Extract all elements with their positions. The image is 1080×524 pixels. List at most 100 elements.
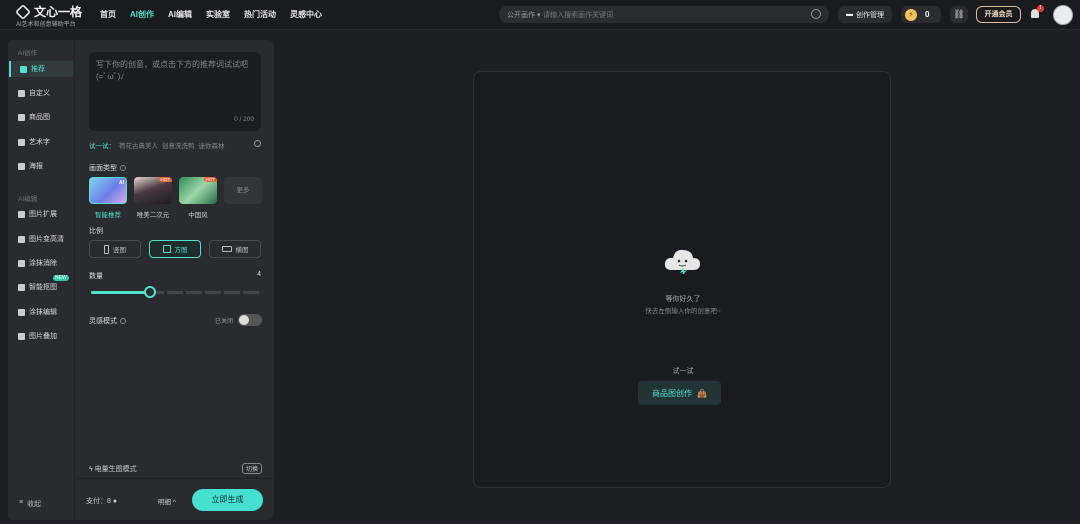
empty-title: 等你好久了 xyxy=(665,296,701,303)
info-icon[interactable] xyxy=(120,318,126,325)
count-value: 4 xyxy=(257,271,261,278)
inspire-title: 灵感模式 xyxy=(89,316,126,326)
menu-icon: ≡ xyxy=(19,499,24,506)
coin-icon: ● xyxy=(112,498,118,505)
product-create-button[interactable]: 商品图创作 👜 xyxy=(638,381,721,405)
sidebar-item-poster[interactable]: 海报 xyxy=(9,158,73,174)
style-card-anime[interactable]: HOT xyxy=(134,177,172,204)
suggestion-3[interactable]: 迷你森林 xyxy=(199,143,225,150)
search-bar[interactable]: 公开画作 ▾ 请输入搜索画作关键词 xyxy=(499,6,829,23)
vip-button[interactable]: 开通会员 xyxy=(976,6,1021,23)
sidebar-item-overlay[interactable]: 图片叠加 xyxy=(9,328,73,344)
prompt-placeholder: 写下你的创意，或点击下方的推荐词试试吧(=ﾟωﾟ)ﾉ xyxy=(96,60,248,81)
sidebar-item-recommend[interactable]: 推荐 xyxy=(9,61,73,77)
count-title: 数量 xyxy=(89,273,103,280)
style-more-button[interactable]: 更多 xyxy=(224,177,262,204)
ratio-landscape-button[interactable]: 横图 xyxy=(209,240,261,258)
text-icon xyxy=(18,138,25,146)
sidebar-item-hd[interactable]: 图片变高清 xyxy=(9,231,73,247)
cutout-icon xyxy=(18,283,25,291)
sidebar-item-product[interactable]: 商品图 xyxy=(9,109,73,125)
ratio-portrait-button[interactable]: 竖图 xyxy=(89,240,141,258)
settings-area: 写下你的创意，或点击下方的推荐词试试吧(=ﾟωﾟ)ﾉ 0 / 200 试一试：荷… xyxy=(76,40,274,520)
hd-icon xyxy=(18,235,25,243)
search-icon[interactable] xyxy=(811,9,821,19)
creation-panel: AI创作 推荐 自定义 商品图 艺术字 海报 AI编辑 图片扩展 图片变高清 涂… xyxy=(8,40,274,520)
sidebar-item-cutout[interactable]: 智能抠图 NEW xyxy=(9,275,73,295)
collapse-button[interactable]: ≡ 收起 xyxy=(19,499,41,509)
sidebar-item-erase[interactable]: 涂抹消除 xyxy=(9,255,73,271)
style-label-chinese: 中国风 xyxy=(188,212,208,219)
folder-icon: ▬ xyxy=(846,11,853,18)
sidebar-section-edit: AI编辑 xyxy=(18,196,38,203)
expand-icon xyxy=(18,210,25,218)
style-label-smart: 智能推荐 xyxy=(95,212,121,219)
refresh-icon[interactable] xyxy=(254,140,261,147)
chevron-up-icon: ^ xyxy=(172,499,176,506)
try-label: 试一试 xyxy=(672,368,694,375)
suggestion-2[interactable]: 创意洗洗鸭 xyxy=(162,143,195,150)
sidebar-item-custom[interactable]: 自定义 xyxy=(9,85,73,101)
sidebar-item-art-text[interactable]: 艺术字 xyxy=(9,134,73,150)
sidebar-item-expand[interactable]: 图片扩展 xyxy=(9,206,73,222)
layers-icon xyxy=(18,332,25,340)
style-label-anime: 唯美二次元 xyxy=(136,212,170,219)
logo[interactable]: 文心一格 AI艺术和创意辅助平台 xyxy=(14,3,84,28)
info-icon[interactable] xyxy=(120,165,126,172)
prompt-textarea[interactable]: 写下你的创意，或点击下方的推荐词试试吧(=ﾟωﾟ)ﾉ 0 / 200 xyxy=(89,52,261,131)
creation-manage-button[interactable]: ▬ 创作管理 xyxy=(838,6,892,23)
logo-icon xyxy=(15,4,31,20)
ratio-title: 比例 xyxy=(89,228,103,235)
new-badge: NEW xyxy=(53,275,69,281)
style-card-smart[interactable]: AI xyxy=(89,177,127,204)
mode-switch-button[interactable]: 切换 xyxy=(241,463,262,474)
count-slider-fill xyxy=(91,291,150,294)
brand-name: 文心一格 xyxy=(34,5,83,19)
notification-badge: 1 xyxy=(1037,5,1044,12)
empty-subtitle: 快去左侧输入你的创意吧~ xyxy=(645,308,721,315)
style-card-chinese[interactable]: HOT xyxy=(179,177,217,204)
style-title: 画面类型 xyxy=(89,163,126,173)
ratio-square-button[interactable]: 方图 xyxy=(149,240,201,258)
coin-icon: ⚡ xyxy=(905,8,917,21)
result-canvas: 等你好久了 快去左侧输入你的创意吧~ 试一试 商品图创作 👜 xyxy=(473,71,891,488)
nav-home[interactable]: 首页 xyxy=(100,9,116,20)
sidebar-item-brush-edit[interactable]: 涂抹编辑 xyxy=(9,304,73,320)
nav-events[interactable]: 热门活动 xyxy=(244,9,276,20)
count-slider-handle[interactable] xyxy=(143,286,156,298)
inspire-state: 已关闭 xyxy=(215,319,234,325)
avatar[interactable] xyxy=(1053,5,1073,25)
mode-row: ϟ 电量生图模式 切换 xyxy=(89,463,262,474)
nav-ai-edit[interactable]: AI编辑 xyxy=(168,9,192,20)
portrait-icon xyxy=(104,244,109,254)
coin-balance[interactable]: ⚡ 0 xyxy=(901,6,941,23)
main-nav: 首页 AI创作 AI编辑 实验室 热门活动 灵感中心 xyxy=(100,9,336,20)
nav-inspiration[interactable]: 灵感中心 xyxy=(290,9,322,20)
nav-ai-create[interactable]: AI创作 xyxy=(130,9,154,20)
brush-icon xyxy=(18,308,25,316)
char-count: 0 / 200 xyxy=(234,116,254,123)
divider xyxy=(76,478,274,479)
sidebar-section-create: AI创作 xyxy=(18,50,38,57)
coin-value: 0 xyxy=(925,10,930,19)
search-scope-select[interactable]: 公开画作 ▾ xyxy=(507,10,540,20)
image-icon xyxy=(18,113,25,121)
square-icon xyxy=(162,245,171,253)
sidebar: AI创作 推荐 自定义 商品图 艺术字 海报 AI编辑 图片扩展 图片变高清 涂… xyxy=(8,40,75,520)
pencil-icon xyxy=(20,65,27,73)
search-input[interactable]: 请输入搜索画作关键词 xyxy=(543,10,613,20)
try-suggestions: 试一试： 荷花古典美人 创意洗洗鸭 迷你森林 xyxy=(89,140,261,150)
cube-icon xyxy=(18,89,25,97)
brand-tagline: AI艺术和创意辅助平台 xyxy=(16,22,76,28)
detail-dropdown[interactable]: 明细 ^ xyxy=(158,496,176,506)
link-icon[interactable]: ⛓ xyxy=(950,6,968,23)
inspire-toggle[interactable] xyxy=(238,314,262,326)
top-bar: 文心一格 AI艺术和创意辅助平台 首页 AI创作 AI编辑 实验室 热门活动 灵… xyxy=(0,0,1080,30)
suggestion-1[interactable]: 荷花古典美人 xyxy=(119,143,158,150)
poster-icon xyxy=(18,162,25,170)
generate-button[interactable]: 立即生成 xyxy=(192,489,263,511)
eraser-icon xyxy=(18,259,25,267)
nav-lab[interactable]: 实验室 xyxy=(206,9,230,20)
cost-display: 支付：8 ● xyxy=(86,498,118,505)
bag-icon: 👜 xyxy=(697,388,707,398)
